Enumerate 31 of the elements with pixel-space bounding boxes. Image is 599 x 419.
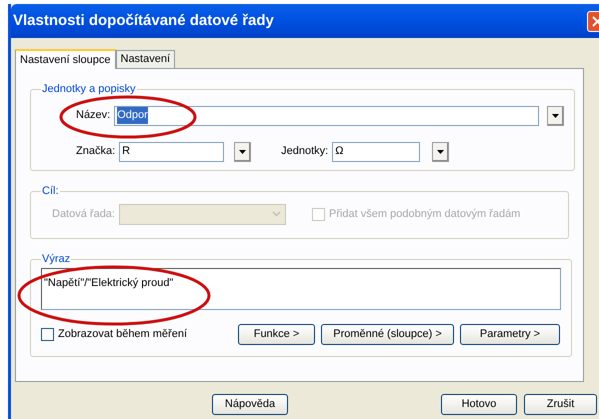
dialog-button[interactable]: Nápověda xyxy=(212,394,288,415)
checkbox-label: Přidat všem podobným datovým řadám xyxy=(328,206,520,222)
dropdown-button[interactable] xyxy=(234,142,252,162)
dropdown-button[interactable] xyxy=(432,142,450,162)
units-field[interactable]: Ω xyxy=(332,142,420,162)
checkbox-label: Zobrazovat během měření xyxy=(58,326,188,342)
chevron-icon xyxy=(272,211,281,217)
dialog-button[interactable]: Zrušit xyxy=(524,394,597,415)
field-label: Název: xyxy=(76,108,110,124)
field-label: Značka: xyxy=(76,144,116,160)
field-label: Jednotky: xyxy=(281,144,328,160)
caret-icon xyxy=(552,114,560,118)
group-title: Výraz xyxy=(41,252,72,267)
group-title: Cíl: xyxy=(41,184,60,199)
dropdown-button[interactable] xyxy=(547,106,564,126)
caret-icon xyxy=(437,150,444,154)
symbol-field[interactable]: R xyxy=(119,142,224,162)
dialog-button[interactable]: Parametry > xyxy=(460,324,560,344)
expression-field[interactable]: "Napětí"/"Elektrický proud" xyxy=(41,268,561,310)
group-title: Jednotky a popisky xyxy=(41,82,137,97)
name-field[interactable]: Odpor xyxy=(114,106,540,126)
tab[interactable]: Nastavení xyxy=(116,50,176,68)
window-title: Vlastnosti dopočítávané datové řady xyxy=(13,10,275,31)
field-label: Datová řada: xyxy=(52,206,115,222)
dialog-button[interactable]: Hotovo xyxy=(441,394,517,415)
dialog-button[interactable]: Funkce > xyxy=(238,324,315,344)
dialog-button[interactable]: Proměnné (sloupce) > xyxy=(321,324,454,344)
checkbox[interactable] xyxy=(41,328,54,340)
tab[interactable]: Nastavení sloupce xyxy=(15,49,116,69)
caret-icon xyxy=(239,150,246,154)
field-value: Odpor xyxy=(117,107,148,124)
